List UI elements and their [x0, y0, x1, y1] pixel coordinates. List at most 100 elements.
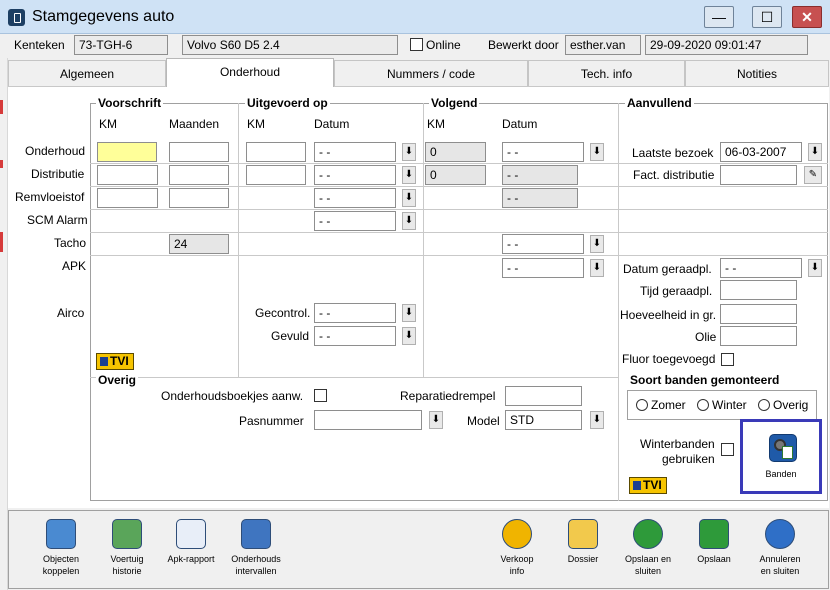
close-icon: ✕ [801, 9, 813, 25]
dropdown-arrow-icon[interactable]: ⬇ [429, 411, 443, 429]
banden-button[interactable]: Banden [740, 419, 822, 494]
tab-onderhoud[interactable]: Onderhoud [166, 58, 334, 87]
olie-field[interactable] [720, 326, 797, 346]
minimize-button[interactable]: — [704, 6, 734, 28]
checkmark-icon [633, 519, 663, 549]
opslaan-button[interactable]: Opslaan [684, 516, 744, 584]
folder-icon [568, 519, 598, 549]
opslaan-en-sluiten-button[interactable]: Opslaan en sluiten [618, 516, 678, 584]
gebruiken-label: gebruiken [662, 452, 715, 466]
tab-nummers-code[interactable]: Nummers / code [334, 60, 528, 86]
distributie-km-input[interactable] [97, 165, 158, 185]
radio-winter[interactable] [697, 399, 709, 411]
fact-distributie-field[interactable] [720, 165, 797, 185]
airco-gecontrol-input[interactable]: - - [314, 303, 396, 323]
hoeveelheid-label: Hoeveelheid in gr. [620, 308, 717, 322]
objecten-koppelen-button[interactable]: Objecten koppelen [31, 516, 91, 584]
remvloeistof-km-input[interactable] [97, 188, 158, 208]
column-divider [423, 103, 424, 377]
pasnummer-label: Pasnummer [239, 414, 304, 428]
dropdown-arrow-icon[interactable]: ⬇ [402, 143, 416, 161]
onderhoud-maanden-input[interactable] [169, 142, 229, 162]
tvi-logo[interactable]: TVI [96, 353, 134, 370]
apk-volgend-datum-input[interactable]: - - [502, 258, 584, 278]
tacho-volgend-datum-input[interactable]: - - [502, 234, 584, 254]
hoeveelheid-field[interactable] [720, 304, 797, 324]
boekjes-checkbox[interactable] [314, 389, 327, 402]
datum-geraadpl-field[interactable]: - - [720, 258, 802, 278]
fluor-checkbox[interactable] [721, 353, 734, 366]
tvi-logo[interactable]: TVI [629, 477, 667, 494]
dropdown-arrow-icon[interactable]: ⬇ [590, 143, 604, 161]
dropdown-arrow-icon[interactable]: ⬇ [402, 212, 416, 230]
gevuld-label: Gevuld [271, 329, 310, 343]
tacho-maanden: 24 [169, 234, 229, 254]
online-label: Online [426, 38, 461, 52]
maximize-icon: ☐ [760, 9, 774, 25]
winterbanden-checkbox[interactable] [721, 443, 734, 456]
datetime-field[interactable]: 29-09-2020 09:01:47 [645, 35, 808, 55]
dropdown-arrow-icon[interactable]: ⬇ [402, 189, 416, 207]
distributie-uitgevoerd-datum-input[interactable]: - - [314, 165, 396, 185]
row-label-apk: APK [62, 259, 87, 273]
radio-overig[interactable] [758, 399, 770, 411]
edit-icon[interactable]: ✎ [804, 166, 822, 184]
dropdown-arrow-icon[interactable]: ⬇ [402, 327, 416, 345]
apk-rapport-button[interactable]: Apk-rapport [161, 516, 221, 584]
onderhoud-km-input[interactable] [97, 142, 157, 162]
reparatiedrempel-field[interactable] [505, 386, 582, 406]
tab-notities[interactable]: Notities [685, 60, 829, 86]
boekjes-label: Onderhoudsboekjes aanw. [161, 389, 304, 403]
dossier-button[interactable]: Dossier [553, 516, 613, 584]
euro-icon [502, 519, 532, 549]
scm-alarm-datum-input[interactable]: - - [314, 211, 396, 231]
online-checkbox[interactable] [410, 38, 423, 51]
section-overig: Overig [96, 373, 139, 387]
link-objects-icon [46, 519, 76, 549]
left-marker [0, 232, 3, 252]
maximize-button[interactable]: ☐ [752, 6, 782, 28]
dropdown-arrow-icon[interactable]: ⬇ [808, 143, 822, 161]
onderhoud-uitgevoerd-km-input[interactable] [246, 142, 306, 162]
laatste-bezoek-field[interactable]: 06-03-2007 [720, 142, 802, 162]
kenteken-field[interactable]: 73-TGH-6 [74, 35, 168, 55]
onderhoud-uitgevoerd-datum-input[interactable]: - - [314, 142, 396, 162]
tab-tech-info[interactable]: Tech. info [528, 60, 685, 86]
tijd-geraadpl-field[interactable] [720, 280, 797, 300]
model-field[interactable]: Volvo S60 D5 2.4 [182, 35, 398, 55]
dropdown-arrow-icon[interactable]: ⬇ [402, 304, 416, 322]
dropdown-arrow-icon[interactable]: ⬇ [590, 411, 604, 429]
dropdown-arrow-icon[interactable]: ⬇ [590, 235, 604, 253]
winterbanden-label: Winterbanden [640, 437, 715, 451]
model-label: Model [467, 414, 500, 428]
onderhoud-volgend-km: 0 [425, 142, 486, 162]
voertuig-historie-button[interactable]: Voertuig historie [97, 516, 157, 584]
row-divider [90, 186, 828, 187]
airco-gevuld-input[interactable]: - - [314, 326, 396, 346]
dropdown-arrow-icon[interactable]: ⬇ [590, 259, 604, 277]
undo-icon [765, 519, 795, 549]
onderhouds-intervallen-button[interactable]: Onderhouds intervallen [226, 516, 286, 584]
close-button[interactable]: ✕ [792, 6, 822, 28]
onderhoud-volgend-datum-input[interactable]: - - [502, 142, 584, 162]
distributie-uitgevoerd-km-input[interactable] [246, 165, 306, 185]
remvloeistof-maanden-input[interactable] [169, 188, 229, 208]
tab-algemeen[interactable]: Algemeen [8, 60, 166, 86]
model-field-overig[interactable]: STD [505, 410, 582, 430]
pasnummer-field[interactable] [314, 410, 422, 430]
save-disk-icon [699, 519, 729, 549]
distributie-maanden-input[interactable] [169, 165, 229, 185]
datum-geraadpl-label: Datum geraadpl. [623, 262, 712, 276]
radio-zomer[interactable] [636, 399, 648, 411]
gecontrol-label: Gecontrol. [255, 306, 311, 320]
distributie-volgend-datum: - - [502, 165, 578, 185]
remvloeistof-uitgevoerd-datum-input[interactable]: - - [314, 188, 396, 208]
verkoop-info-button[interactable]: Verkoop info [487, 516, 547, 584]
km-header: KM [247, 117, 265, 131]
bewerkt-door-field[interactable]: esther.van [565, 35, 641, 55]
row-divider [90, 255, 828, 256]
annuleren-en-sluiten-button[interactable]: Annuleren en sluiten [750, 516, 810, 584]
dropdown-arrow-icon[interactable]: ⬇ [808, 259, 822, 277]
tijd-geraadpl-label: Tijd geraadpl. [640, 284, 713, 298]
dropdown-arrow-icon[interactable]: ⬇ [402, 166, 416, 184]
